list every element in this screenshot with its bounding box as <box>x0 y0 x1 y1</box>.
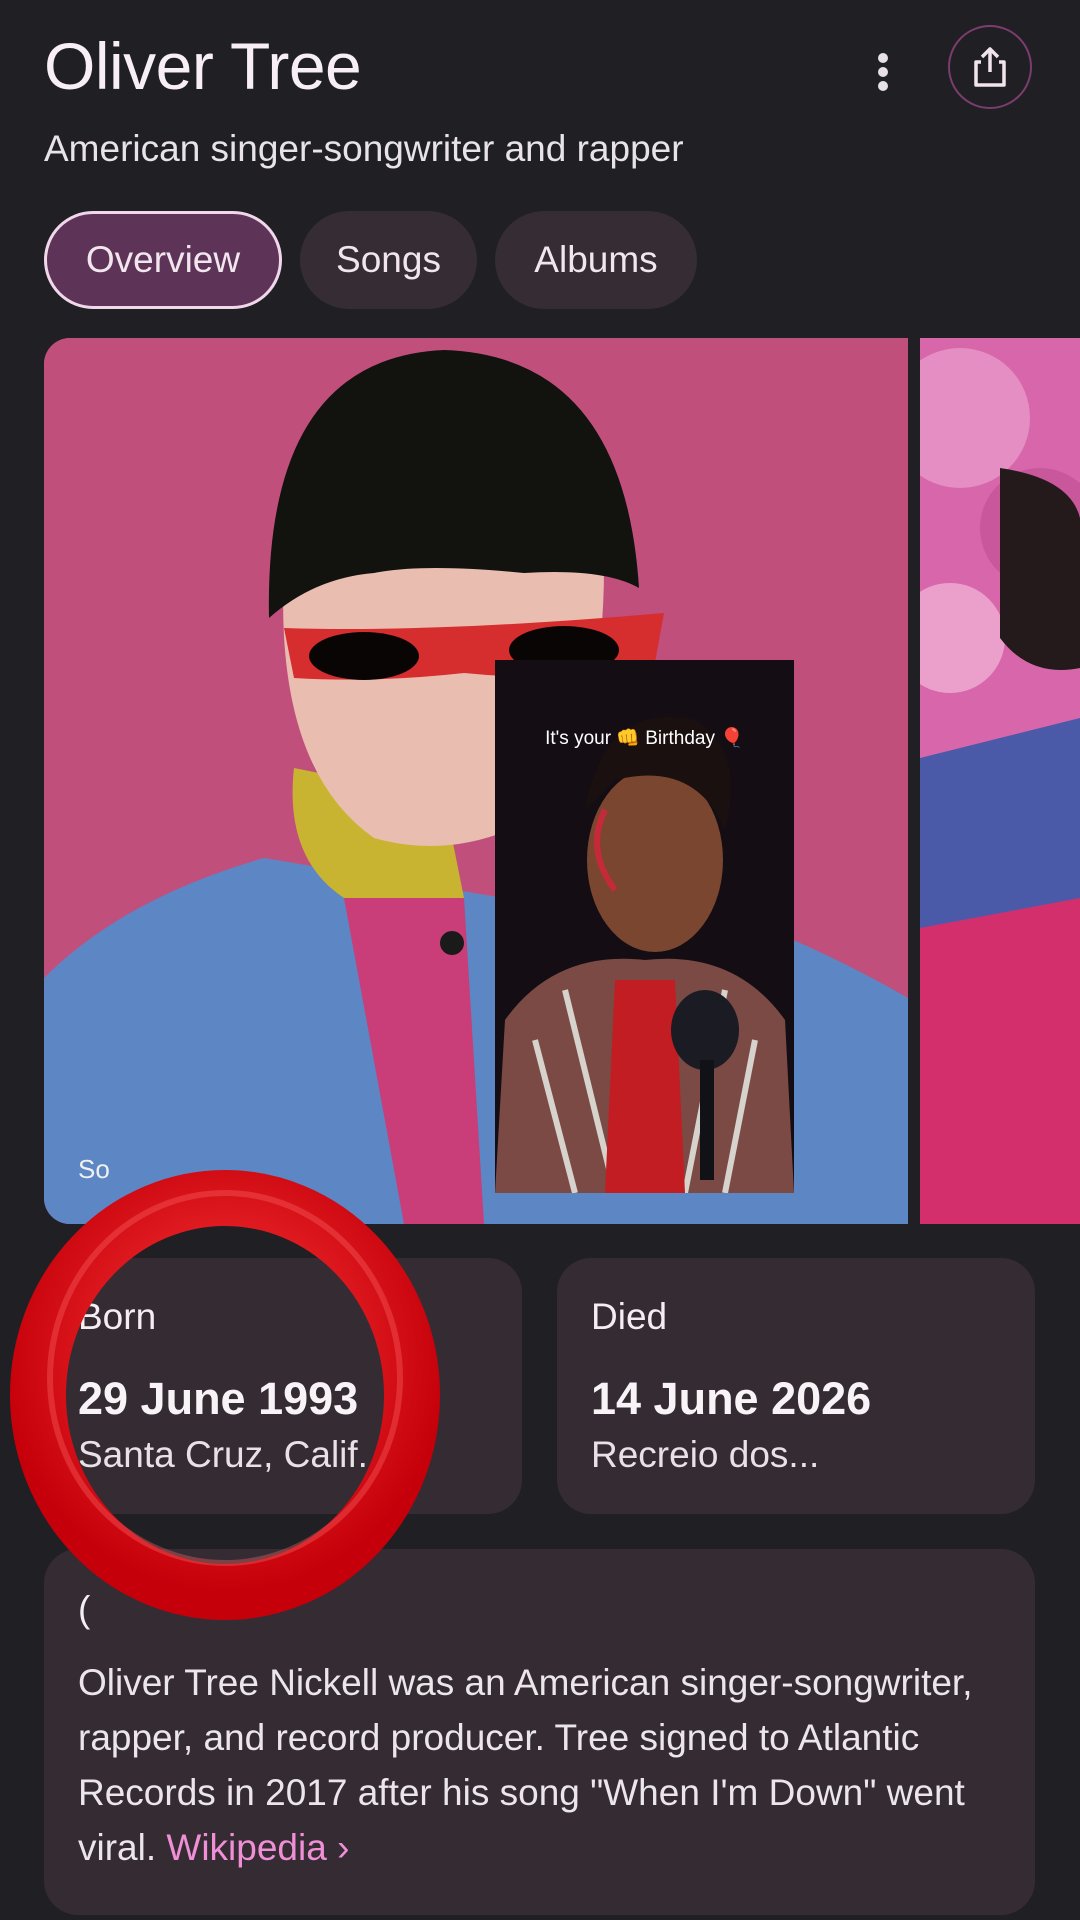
tab-overview[interactable]: Overview <box>44 211 282 309</box>
died-label: Died <box>591 1296 668 1337</box>
share-button[interactable] <box>948 25 1032 109</box>
video-caption: It's your 👊 Birthday 🎈 <box>545 728 744 749</box>
tab-albums[interactable]: Albums <box>495 211 697 309</box>
annotation-ring <box>10 1170 440 1620</box>
died-place: Recreio dos... <box>591 1434 820 1475</box>
about-description: Oliver Tree Nickell was an American sing… <box>78 1655 1018 1875</box>
video-overlay[interactable]: It's your 👊 Birthday 🎈 <box>495 660 794 1193</box>
tab-songs[interactable]: Songs <box>300 211 477 309</box>
page-title: Oliver Tree <box>44 29 362 103</box>
died-card[interactable]: Died 14 June 2026 Recreio dos... <box>557 1258 1035 1514</box>
wikipedia-link[interactable]: Wikipedia › <box>166 1827 349 1868</box>
page-subtitle: American singer-songwriter and rapper <box>44 128 684 169</box>
artist-photo-next[interactable] <box>920 338 1080 1224</box>
share-icon <box>974 47 1006 87</box>
more-options-button[interactable] <box>860 45 906 99</box>
died-date: 14 June 2026 <box>591 1373 872 1424</box>
more-vertical-icon <box>878 53 888 91</box>
